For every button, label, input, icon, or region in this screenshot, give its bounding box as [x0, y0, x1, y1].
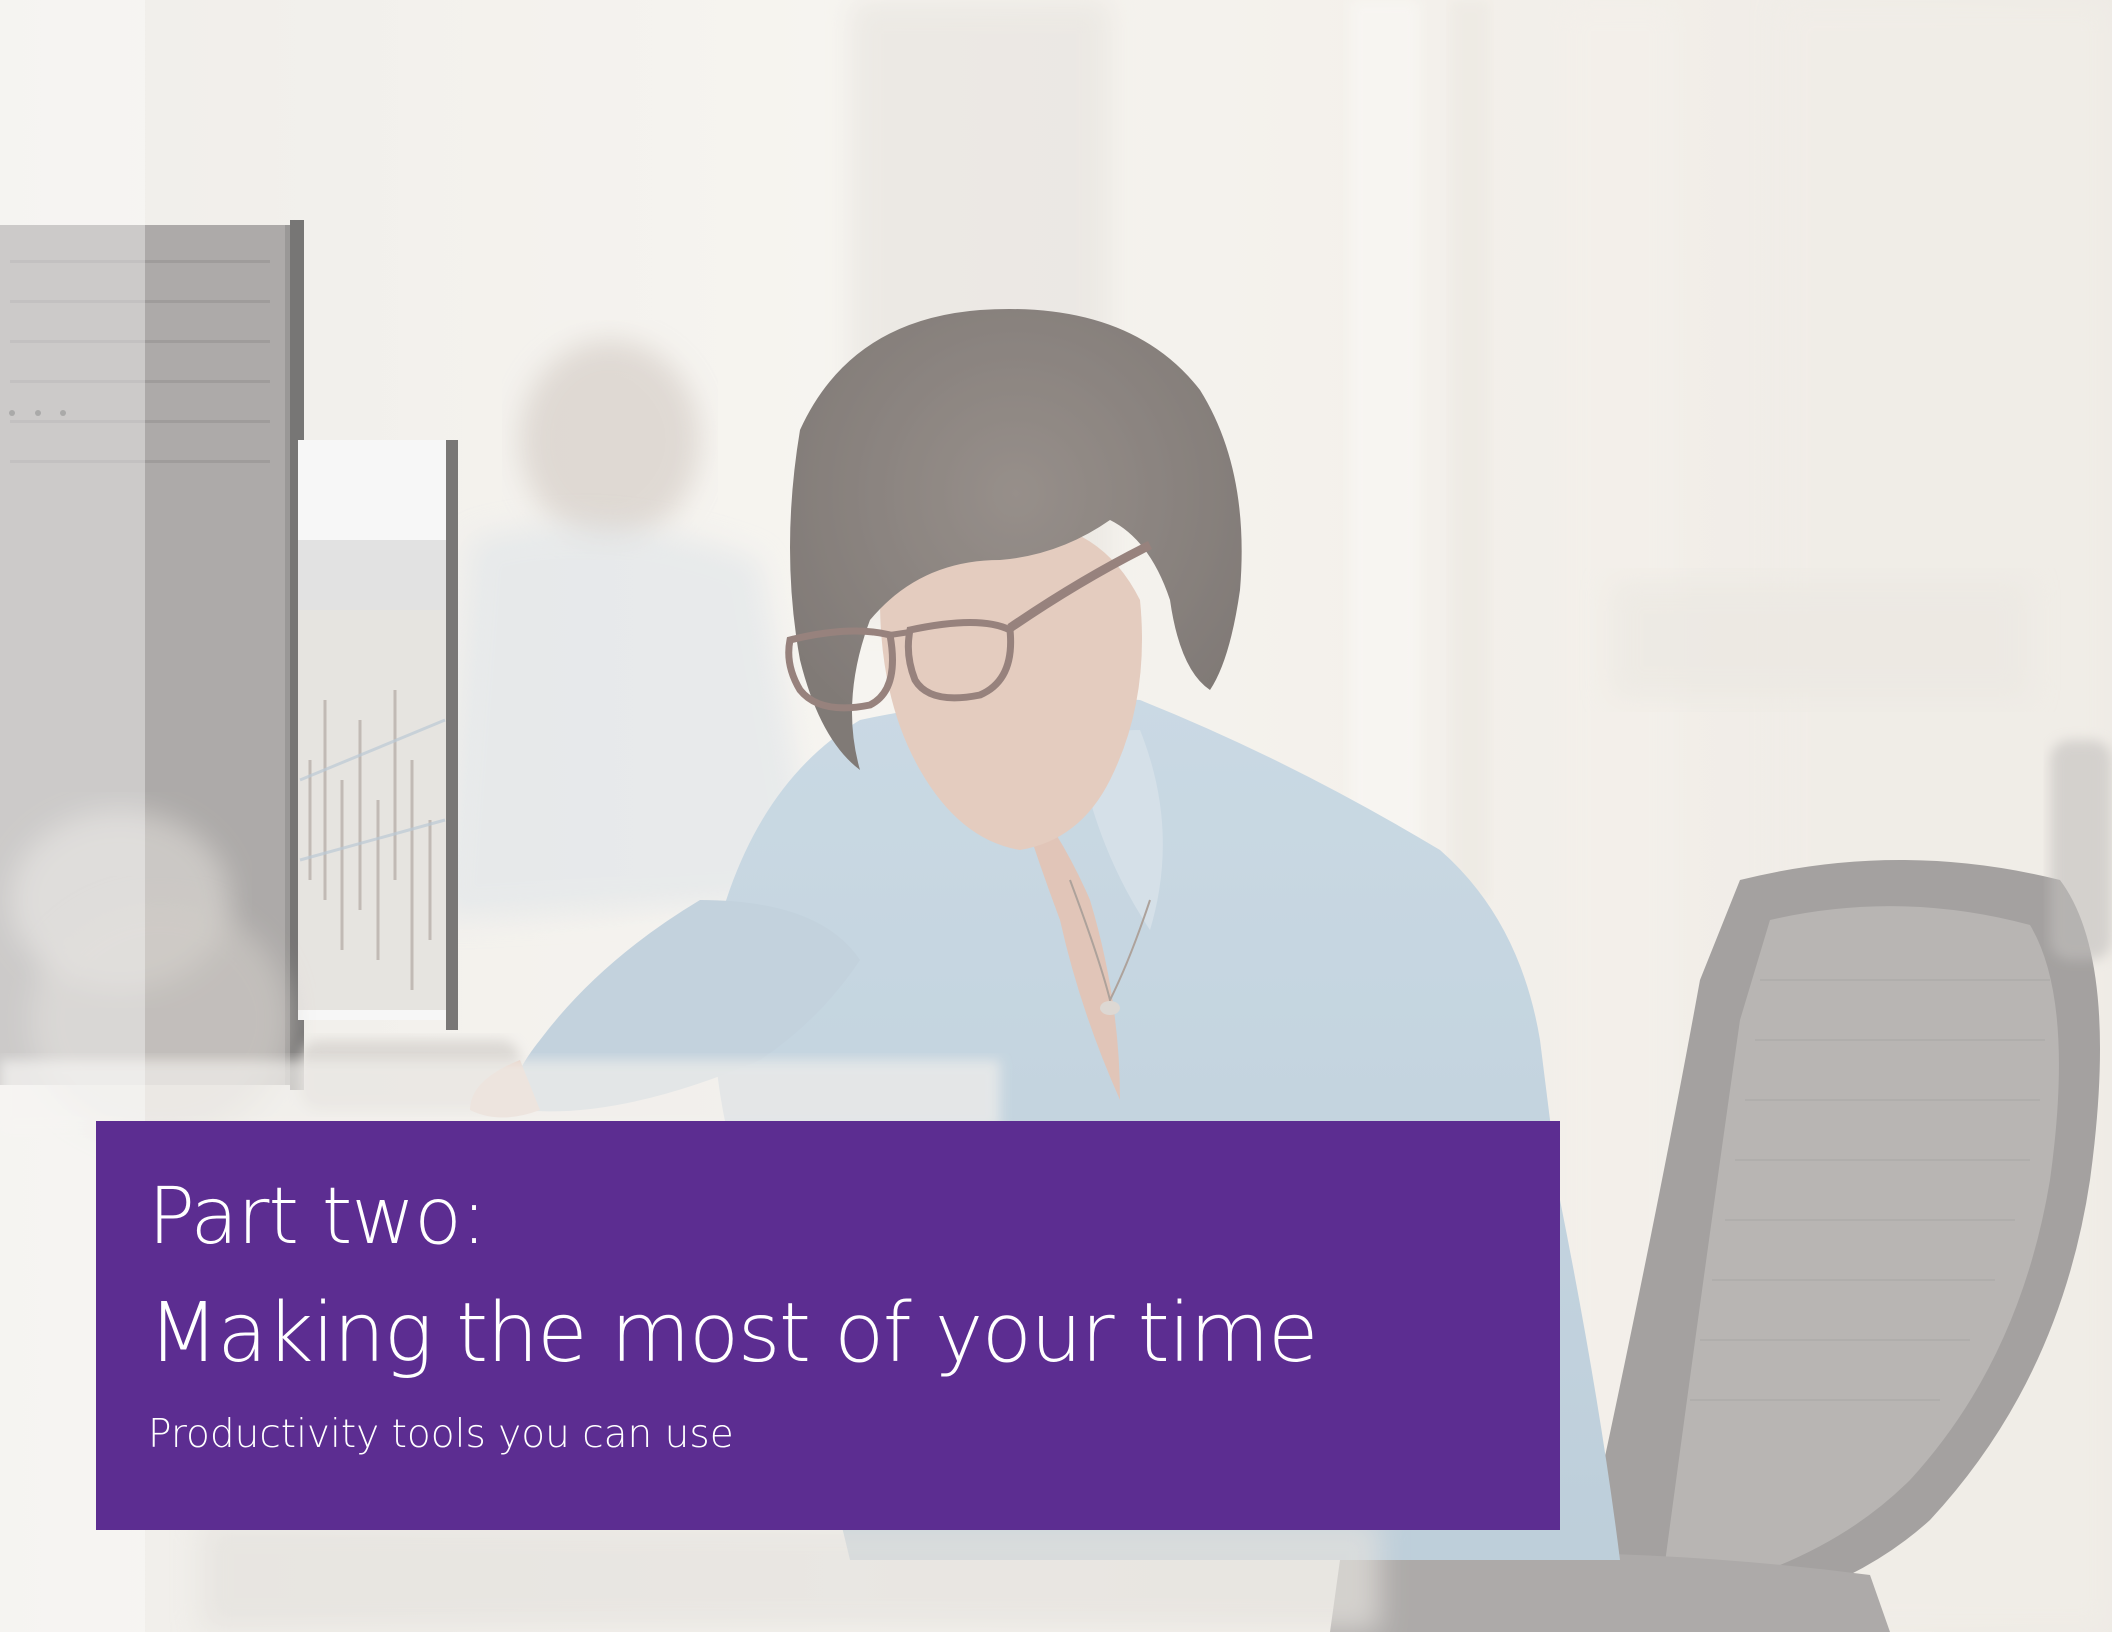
- title-banner: Part two: Making the most of your time P…: [96, 1121, 1560, 1530]
- section-kicker: Part two:: [148, 1172, 487, 1262]
- page-title: Making the most of your time: [148, 1286, 1318, 1381]
- subtitle: Productivity tools you can use: [148, 1412, 734, 1457]
- cover-page: Part two: Making the most of your time P…: [0, 0, 2112, 1632]
